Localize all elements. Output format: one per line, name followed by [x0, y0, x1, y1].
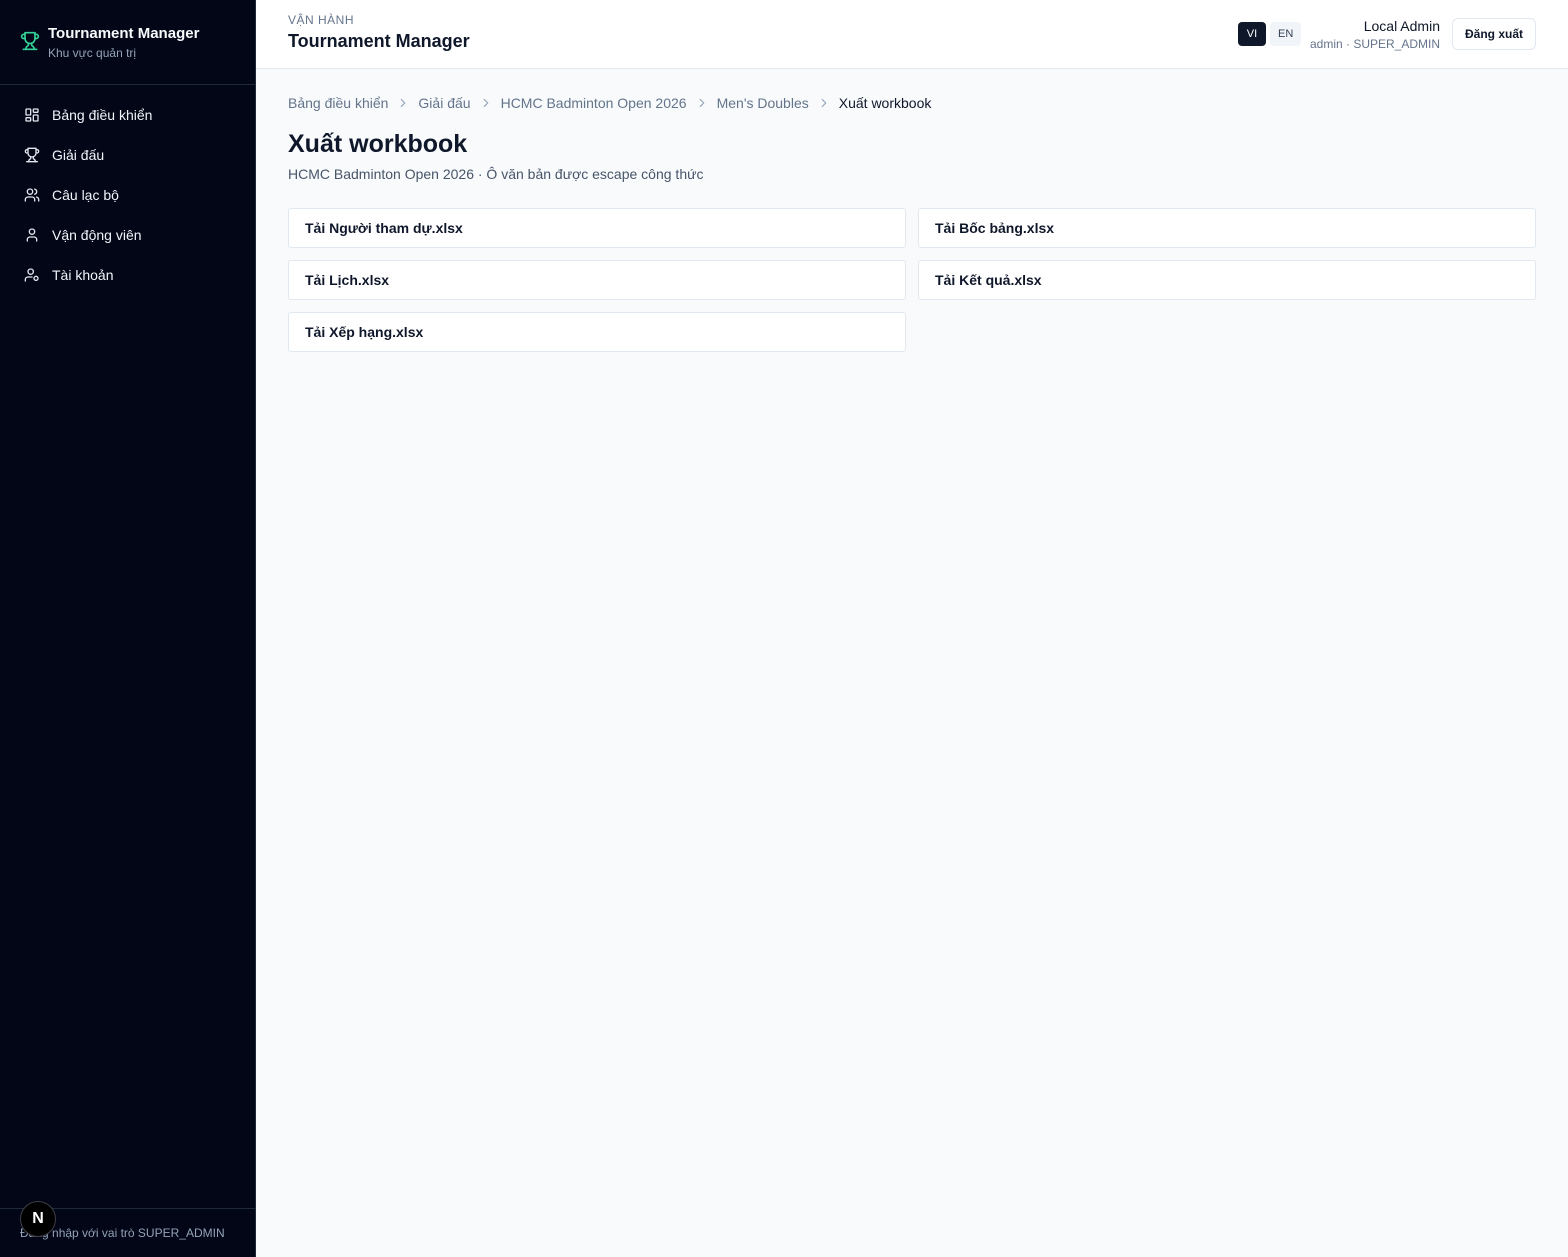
sidebar-item-tournaments[interactable]: Giải đấu — [0, 135, 255, 175]
sidebar-item-athletes[interactable]: Vận động viên — [0, 215, 255, 255]
chevron-right-icon — [483, 98, 488, 108]
breadcrumb-dashboard[interactable]: Bảng điều khiển — [288, 95, 388, 111]
users-icon — [24, 188, 40, 202]
sidebar-item-label: Tài khoản — [52, 267, 114, 283]
download-grid: Tải Người tham dự.xlsx Tải Bốc bảng.xlsx… — [288, 208, 1536, 352]
user-info: Local Admin admin · SUPER_ADMIN — [1310, 17, 1440, 52]
download-rankings-button[interactable]: Tải Xếp hạng.xlsx — [288, 312, 906, 352]
breadcrumb-event[interactable]: Men's Doubles — [717, 95, 809, 111]
chevron-right-icon — [821, 98, 827, 108]
download-schedule-button[interactable]: Tải Lịch.xlsx — [288, 260, 906, 300]
sidebar-item-label: Giải đấu — [52, 147, 105, 163]
sidebar-item-label: Vận động viên — [52, 227, 142, 243]
language-switcher: VI EN — [1238, 22, 1302, 46]
user-cog-icon — [24, 268, 39, 282]
sidebar-item-label: Câu lạc bộ — [52, 187, 119, 203]
breadcrumb-current: Xuất workbook — [838, 95, 932, 111]
download-results-button[interactable]: Tải Kết quả.xlsx — [918, 260, 1536, 300]
header-title: Tournament Manager — [288, 31, 470, 51]
brand-title: Tournament Manager — [48, 25, 200, 42]
download-draw-button[interactable]: Tải Bốc bảng.xlsx — [918, 208, 1536, 248]
trophy-icon — [24, 147, 40, 163]
user-icon — [26, 228, 38, 242]
breadcrumb-tournaments[interactable]: Giải đấu — [418, 95, 470, 111]
breadcrumb: Bảng điều khiển Giải đấu HCMC Badminton … — [288, 95, 1536, 111]
brand-subtitle: Khu vực quản trị — [48, 46, 137, 60]
chevron-right-icon — [699, 98, 704, 108]
logout-button[interactable]: Đăng xuất — [1452, 18, 1536, 50]
chevron-right-icon — [401, 98, 406, 108]
sidebar-item-dashboard[interactable]: Bảng điều khiển — [0, 95, 255, 135]
download-participants-button[interactable]: Tải Người tham dự.xlsx — [288, 208, 906, 248]
page-subtitle: HCMC Badminton Open 2026 · Ô văn bản đượ… — [288, 166, 704, 182]
sidebar-item-label: Bảng điều khiển — [52, 107, 153, 123]
top-header: VẬN HÀNH Tournament Manager VI EN Local … — [256, 0, 1568, 69]
sidebar-nav: Bảng điều khiển Giải đấu Câu lạc bộ Vận … — [0, 85, 255, 295]
sidebar-item-clubs[interactable]: Câu lạc bộ — [0, 175, 255, 215]
header-eyebrow: VẬN HÀNH — [288, 13, 355, 27]
user-role: admin · SUPER_ADMIN — [1309, 37, 1440, 51]
brand: Tournament Manager Khu vực quản trị — [0, 0, 255, 85]
dashboard-icon — [25, 108, 39, 122]
user-name: Local Admin — [1363, 18, 1440, 34]
n-badge[interactable]: N — [20, 1201, 56, 1237]
trophy-icon — [20, 31, 40, 51]
sidebar: Tournament Manager Khu vực quản trị Bảng… — [0, 0, 256, 1257]
lang-vi-button[interactable]: VI — [1238, 22, 1266, 46]
breadcrumb-tournament[interactable]: HCMC Badminton Open 2026 — [501, 95, 687, 111]
main-content: Bảng điều khiển Giải đấu HCMC Badminton … — [288, 69, 1536, 352]
lang-en-button[interactable]: EN — [1270, 22, 1302, 46]
sidebar-item-accounts[interactable]: Tài khoản — [0, 255, 255, 295]
page-title: Xuất workbook — [288, 130, 468, 158]
